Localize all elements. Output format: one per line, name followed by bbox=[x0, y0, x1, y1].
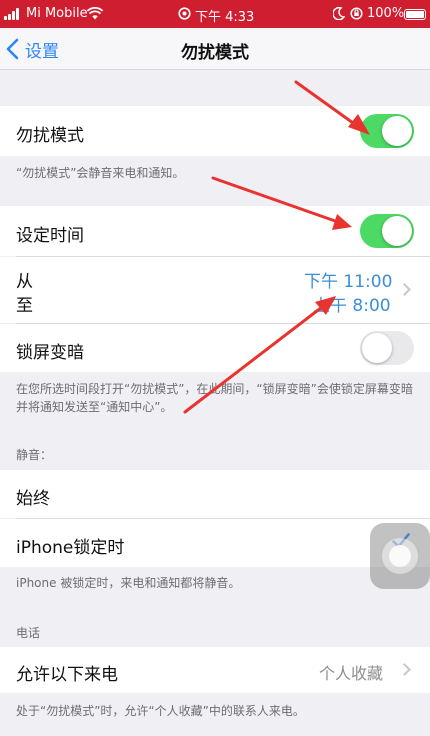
phone-header: 电话 bbox=[16, 626, 41, 640]
to-label: 至 bbox=[16, 296, 33, 316]
dnd-label: 勿扰模式 bbox=[16, 126, 84, 146]
silence-locked-label: iPhone锁定时 bbox=[16, 538, 125, 558]
allow-calls-value: 个人收藏 bbox=[319, 664, 384, 683]
alarm-icon bbox=[178, 7, 191, 20]
dim-lock-screen-cell[interactable]: 锁屏变暗 bbox=[0, 324, 430, 372]
silence-footer: iPhone 被锁定时，来电和通知都将静音。 bbox=[16, 576, 241, 590]
signal-bars-icon bbox=[4, 8, 22, 20]
chevron-right-icon bbox=[398, 663, 411, 676]
schedule-cell[interactable]: 设定时间 bbox=[0, 206, 430, 256]
silence-always-cell[interactable]: 始终 bbox=[0, 470, 430, 518]
page-title: 勿扰模式 bbox=[181, 43, 249, 63]
dim-lock-screen-toggle[interactable] bbox=[360, 331, 414, 365]
from-label: 从 bbox=[16, 272, 33, 292]
silence-locked-cell[interactable]: iPhone锁定时 bbox=[0, 519, 430, 567]
carrier-label: Mi Mobile bbox=[26, 6, 88, 21]
battery-percent: 100% bbox=[367, 6, 405, 21]
allow-calls-cell[interactable]: 允许以下来电 个人收藏 bbox=[0, 647, 430, 693]
dnd-cell[interactable]: 勿扰模式 bbox=[0, 106, 430, 156]
allow-calls-label: 允许以下来电 bbox=[16, 665, 118, 685]
silence-always-label: 始终 bbox=[16, 489, 50, 509]
moon-icon bbox=[333, 7, 345, 20]
time-range-cell[interactable]: 从 至 下午 11:00 上午 8:00 bbox=[0, 257, 430, 323]
navigation-bar: 设置 勿扰模式 bbox=[0, 28, 430, 70]
battery-icon bbox=[404, 9, 426, 20]
orientation-lock-icon bbox=[350, 7, 363, 20]
chevron-right-icon bbox=[398, 283, 411, 296]
dim-lock-screen-label: 锁屏变暗 bbox=[16, 343, 84, 363]
phone-footer: 处于“勿扰模式”时，允许“个人收藏”中的联系人来电。 bbox=[16, 704, 305, 718]
dim-lock-screen-footer: 在您所选时间段打开“勿扰模式”，在此期间，“锁屏变暗”会使锁定屏幕变暗并将通知发… bbox=[16, 382, 413, 414]
wifi-icon bbox=[87, 7, 103, 20]
dnd-toggle[interactable] bbox=[360, 114, 414, 148]
assistive-touch-icon[interactable] bbox=[370, 523, 430, 589]
from-time: 下午 11:00 bbox=[304, 272, 393, 292]
dnd-footer: “勿扰模式”会静音来电和通知。 bbox=[16, 166, 185, 180]
status-bar: Mi Mobile 下午 4:33 100% bbox=[0, 0, 430, 28]
to-time: 上午 8:00 bbox=[313, 296, 391, 316]
schedule-toggle[interactable] bbox=[360, 214, 414, 248]
schedule-label: 设定时间 bbox=[16, 226, 84, 246]
silence-header: 静音： bbox=[16, 448, 53, 462]
status-time: 下午 4:33 bbox=[195, 10, 255, 25]
